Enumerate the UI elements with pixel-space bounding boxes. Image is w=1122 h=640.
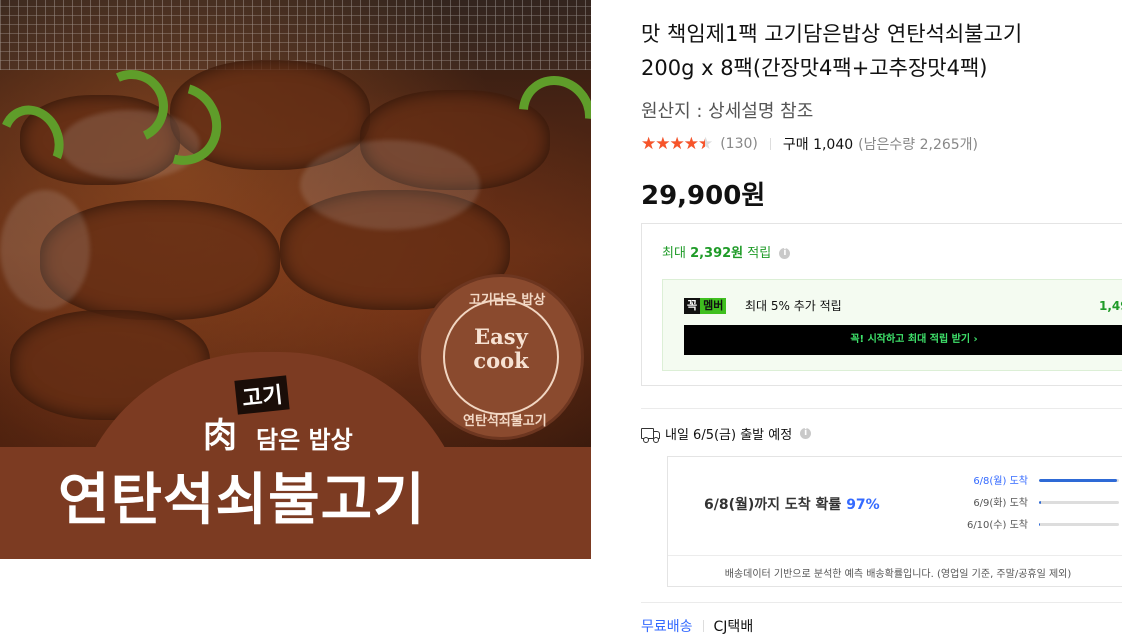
info-icon[interactable]: i [779,248,791,259]
banner-small-label: 고기 [234,375,291,415]
probability-row: 6/10(수) 도착 [668,516,1122,532]
banner-hanja: 肉 [203,416,237,456]
review-count-link[interactable]: (130) [720,136,758,152]
points-box: 최대 2,392원 적립 i 꼭멤버 최대 5% 추가 적립 1,49 꼭! 시… [641,223,1122,386]
points-amount: 2,392원 [690,246,744,261]
departure-text: 내일 6/5(금) 출발 예정 [665,428,793,443]
badge-line-2: cook [473,348,529,373]
probability-row: 6/9(화) 도착 [668,494,1122,510]
member-box: 꼭멤버 최대 5% 추가 적립 1,49 꼭! 시작하고 최대 적립 받기 › [662,279,1122,371]
carrier-label: CJ택배 [713,619,754,635]
probability-bar [1039,479,1119,482]
product-title-line-2: 200g x 8팩(간장맛4팩+고추장맛4팩) [641,56,988,80]
member-signup-button[interactable]: 꼭! 시작하고 최대 적립 받기 › [684,325,1122,355]
badge-ring-bottom: 연탄석쇠불고기 [463,414,547,429]
badge-center-text: Easy cook [465,325,537,373]
member-benefit-text: 최대 5% 추가 적립 [745,299,842,313]
product-price: 29,900원 [641,181,766,211]
points-suffix: 적립 [743,246,772,261]
probability-fill [1039,523,1040,526]
probability-bar [1039,501,1119,504]
probability-row: 6/8(월) 도착 [668,472,1122,488]
product-title-line-1: 맛 책임제1팩 고기담은밥상 연탄석쇠불고기 [641,22,1023,46]
smoke [0,190,90,310]
origin-info: 원산지 : 상세설명 참조 [641,101,814,122]
points-prefix: 최대 [662,246,691,261]
member-logo-a: 꼭 [684,298,701,314]
banner-main-title: 연탄석쇠불고기 [58,468,426,533]
probability-date: 6/10(수) 도착 [966,520,1028,531]
badge-ring-top: 고기담은 밥상 [469,293,546,308]
banner-subtitle: 담은 밥상 [256,426,353,454]
probability-fill [1039,501,1041,504]
section-divider [641,408,1122,409]
divider [702,620,704,632]
delivery-probability-box: 6/8(월)까지 도착 확률 97% 6/8(월) 도착 6/9(화) 도착 6… [667,456,1122,587]
probability-bar [1039,523,1119,526]
sold-count: 구매 1,040 [782,137,854,153]
rating-row: ★★★★★★★★★★ (130) 구매 1,040 (남은수량 2,265개) [641,134,978,154]
product-image[interactable]: 고기담은 밥상 연탄석쇠불고기 Easy cook 고기 肉 담은 밥상 연탄석… [0,0,591,559]
section-divider [641,602,1122,603]
info-icon[interactable]: i [800,428,812,439]
departure-row: 내일 6/5(금) 출발 예정 i [641,424,812,443]
probability-fill [1039,479,1117,482]
easy-cook-badge: 고기담은 밥상 연탄석쇠불고기 Easy cook [421,277,581,437]
truck-icon [641,427,661,443]
probability-date: 6/8(월) 도착 [973,476,1028,487]
divider [769,138,771,150]
grill-grid [0,0,591,70]
probability-date: 6/9(화) 도착 [973,498,1028,509]
rating-stars-fill: ★★★★★ [641,134,705,154]
smoke [300,140,480,230]
product-title: 맛 책임제1팩 고기담은밥상 연탄석쇠불고기 200g x 8팩(간장맛4팩+고… [641,17,1121,85]
badge-line-1: Easy [474,324,528,349]
shipping-info-row: 무료배송 CJ택배 [641,616,753,636]
member-logo-b: 멤버 [700,298,727,314]
remaining-count: (남은수량 2,265개) [858,137,979,153]
member-logo: 꼭 멤버 [684,298,727,314]
free-shipping-label: 무료배송 [641,619,693,635]
probability-note: 배송데이터 기반으로 분석한 예측 배송확률입니다. (영업일 기준, 주말/공… [668,555,1122,580]
rating-stars[interactable]: ★★★★★★★★★★ [641,134,713,154]
max-points: 최대 2,392원 적립 i [662,242,791,261]
member-benefit-amount: 1,49 [1099,299,1122,313]
